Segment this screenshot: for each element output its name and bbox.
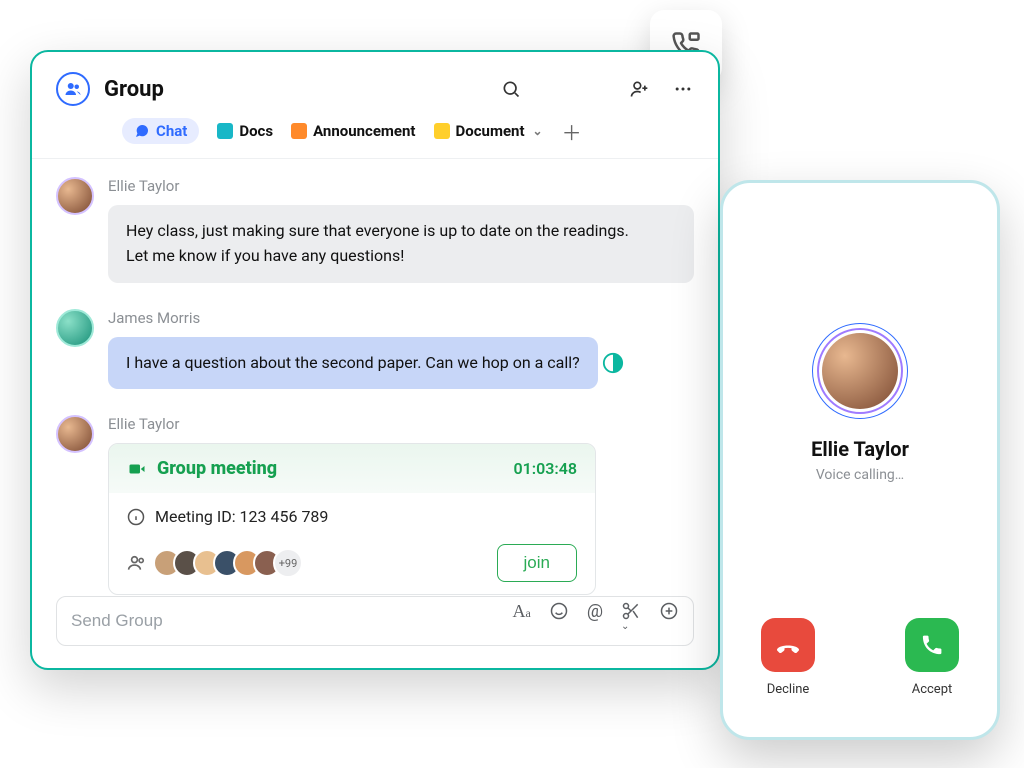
message-block: James Morris I have a question about the… bbox=[56, 309, 694, 390]
video-icon bbox=[127, 460, 147, 478]
sender-name: James Morris bbox=[108, 309, 694, 327]
group-avatar-icon bbox=[56, 72, 90, 106]
decline-label: Decline bbox=[767, 682, 810, 697]
accept-button[interactable]: Accept bbox=[905, 618, 959, 697]
pickup-icon bbox=[905, 618, 959, 672]
add-user-icon[interactable] bbox=[628, 78, 650, 100]
meeting-timer: 01:03:48 bbox=[513, 459, 577, 478]
tab-docs-label: Docs bbox=[239, 122, 273, 140]
document-icon bbox=[434, 123, 450, 139]
chevron-down-icon: ⌄ bbox=[533, 124, 543, 138]
info-icon bbox=[127, 508, 145, 526]
message-block: Ellie Taylor Group meeting 01:03:48 Meet… bbox=[56, 415, 694, 595]
mention-icon[interactable]: @ bbox=[587, 601, 603, 642]
accept-label: Accept bbox=[912, 682, 953, 697]
announcement-icon bbox=[291, 123, 307, 139]
message-bubble: I have a question about the second paper… bbox=[108, 337, 598, 390]
meeting-title: Group meeting bbox=[157, 458, 277, 479]
messages-list: Ellie Taylor Hey class, just making sure… bbox=[32, 159, 718, 596]
incoming-call-card: Ellie Taylor Voice calling… Decline Acce… bbox=[720, 180, 1000, 740]
more-icon[interactable] bbox=[672, 78, 694, 100]
scissors-icon[interactable]: ⌄ bbox=[621, 601, 641, 642]
join-button[interactable]: join bbox=[497, 544, 577, 582]
message-bubble: Hey class, just making sure that everyon… bbox=[108, 205, 694, 283]
tab-document-label: Document bbox=[456, 122, 525, 140]
participant-avatars: +99 bbox=[153, 548, 303, 578]
header-bar: Group bbox=[32, 72, 718, 110]
hangup-icon bbox=[761, 618, 815, 672]
meeting-card: Group meeting 01:03:48 Meeting ID: 123 4… bbox=[108, 443, 596, 595]
docs-icon bbox=[217, 123, 233, 139]
emoji-icon[interactable] bbox=[549, 601, 569, 642]
avatar[interactable] bbox=[56, 309, 94, 347]
message-input[interactable] bbox=[71, 611, 513, 631]
tab-docs[interactable]: Docs bbox=[217, 122, 273, 140]
search-icon[interactable] bbox=[500, 78, 522, 100]
group-title: Group bbox=[104, 77, 486, 102]
caller-name: Ellie Taylor bbox=[811, 437, 909, 461]
sender-name: Ellie Taylor bbox=[108, 177, 694, 195]
tab-announcement-label: Announcement bbox=[313, 122, 415, 140]
add-attachment-icon[interactable] bbox=[659, 601, 679, 642]
sender-name: Ellie Taylor bbox=[108, 415, 694, 433]
people-icon bbox=[127, 553, 147, 573]
message-block: Ellie Taylor Hey class, just making sure… bbox=[56, 177, 694, 283]
tab-chat[interactable]: Chat bbox=[122, 118, 199, 144]
chat-window: Group Chat Docs Announcement bbox=[30, 50, 720, 670]
tab-announcement[interactable]: Announcement bbox=[291, 122, 415, 140]
add-tab-button[interactable]: ＋ bbox=[561, 120, 583, 142]
participant-more-count: +99 bbox=[273, 548, 303, 578]
meeting-id: Meeting ID: 123 456 789 bbox=[155, 507, 328, 526]
tab-document[interactable]: Document ⌄ bbox=[434, 122, 543, 140]
status-badge-icon bbox=[602, 352, 624, 374]
caller-avatar bbox=[812, 323, 908, 419]
call-status: Voice calling… bbox=[816, 467, 904, 483]
tab-chat-label: Chat bbox=[156, 122, 187, 140]
avatar[interactable] bbox=[56, 177, 94, 215]
message-composer[interactable]: Aa @ ⌄ bbox=[56, 596, 694, 646]
decline-button[interactable]: Decline bbox=[761, 618, 815, 697]
tabs-bar: Chat Docs Announcement Document ⌄ ＋ bbox=[32, 110, 718, 159]
text-format-icon[interactable]: Aa bbox=[513, 601, 531, 642]
avatar[interactable] bbox=[56, 415, 94, 453]
